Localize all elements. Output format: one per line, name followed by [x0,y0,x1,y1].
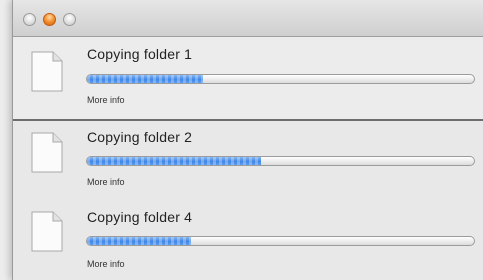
more-info-link[interactable]: More info [87,177,125,187]
copy-item-3: Copying folder 4 More info [13,201,483,280]
copy-item-2: Copying folder 2 More info [13,121,483,201]
progress-bar [86,236,475,246]
progress-fill [87,157,262,165]
document-icon [31,211,63,252]
more-info-link[interactable]: More info [87,259,125,269]
close-button[interactable] [23,13,36,26]
document-icon [31,51,63,92]
minimize-button[interactable] [43,13,56,26]
copy-item-title: Copying folder 1 [87,46,193,62]
more-info-link[interactable]: More info [87,95,125,105]
copy-progress-window: Copying folder 1 More info Copying folde… [12,0,483,280]
progress-fill [87,75,204,83]
progress-bar [86,74,475,84]
copy-item-title: Copying folder 2 [87,129,193,145]
copy-item-title: Copying folder 4 [87,209,193,225]
zoom-button[interactable] [63,13,76,26]
document-icon [31,132,63,173]
progress-fill [87,237,192,245]
progress-bar [86,156,475,166]
title-bar [13,0,483,37]
copy-item-1: Copying folder 1 More info [13,37,483,119]
